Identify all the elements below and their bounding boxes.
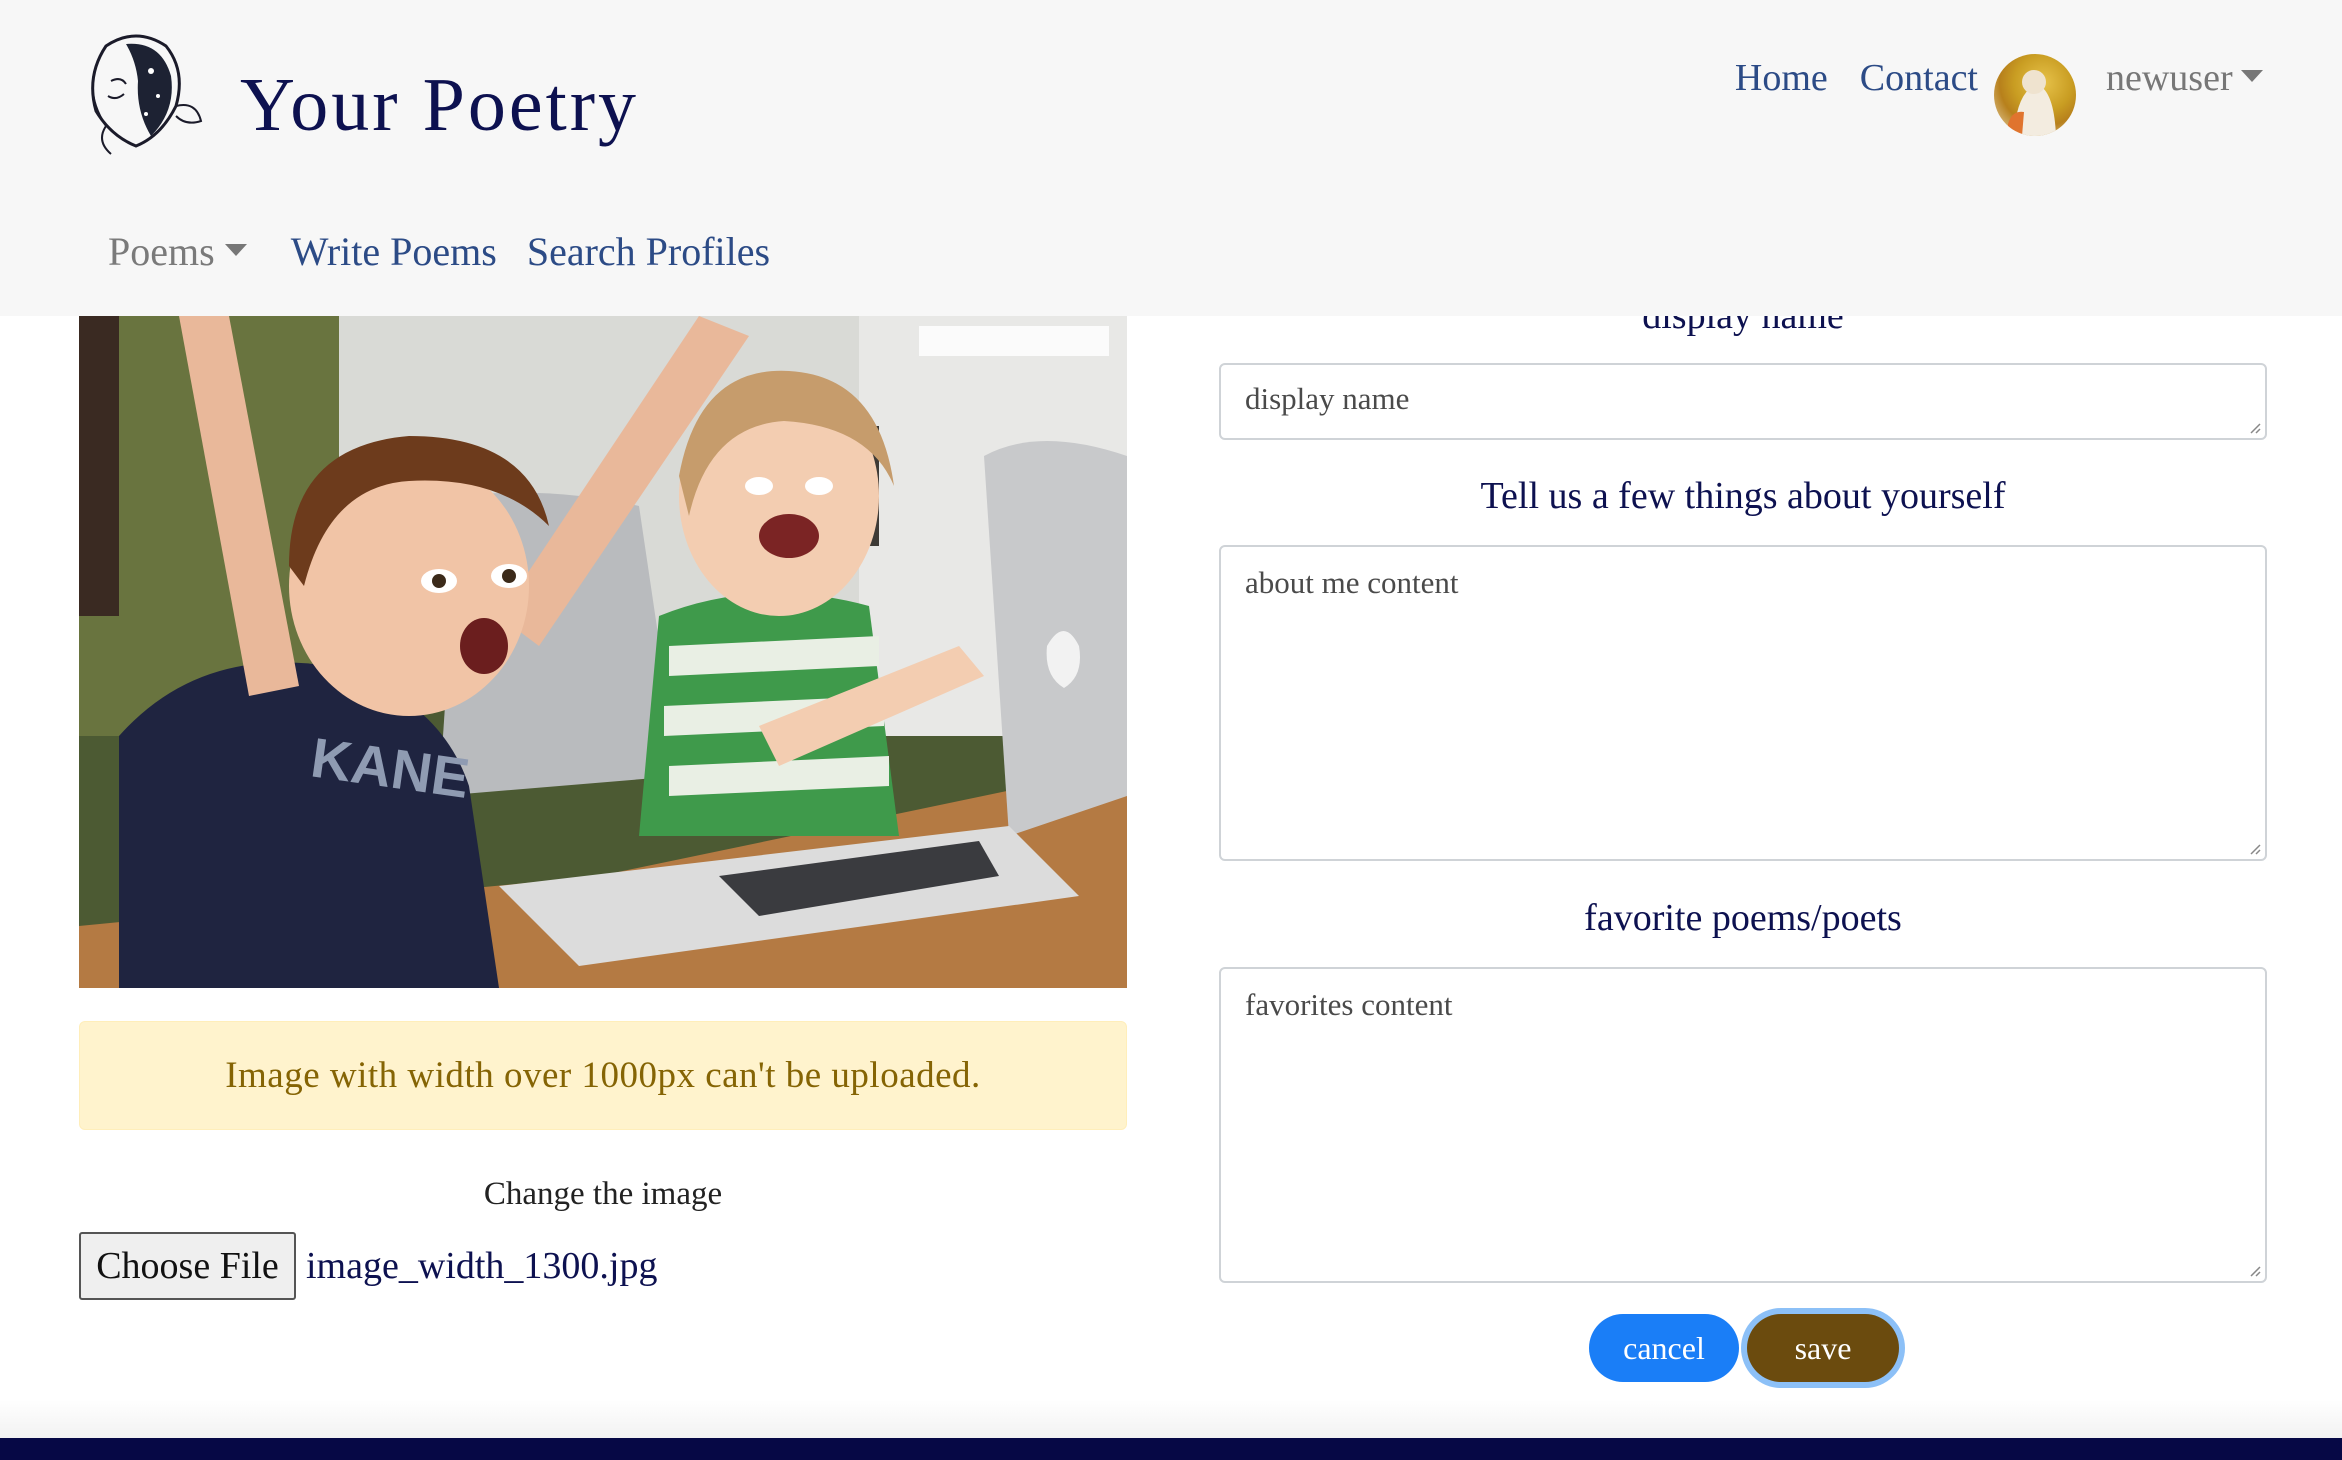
poems-dropdown[interactable]: Poems bbox=[108, 228, 247, 275]
cancel-button[interactable]: cancel bbox=[1589, 1314, 1739, 1382]
image-width-alert: Image with width over 1000px can't be up… bbox=[79, 1021, 1127, 1130]
alert-text: Image with width over 1000px can't be up… bbox=[225, 1055, 981, 1096]
user-dropdown[interactable]: newuser bbox=[2106, 56, 2263, 100]
about-me-field[interactable]: about me content bbox=[1219, 545, 2267, 861]
top-nav-links: Home Contact bbox=[1735, 56, 1978, 100]
write-poems-link[interactable]: Write Poems bbox=[291, 228, 497, 275]
resize-handle-icon[interactable] bbox=[2247, 420, 2261, 434]
nav-contact-link[interactable]: Contact bbox=[1860, 56, 1978, 100]
search-profiles-link[interactable]: Search Profiles bbox=[527, 228, 770, 275]
selected-file-name: image_width_1300.jpg bbox=[306, 1245, 658, 1287]
navbar: Your Poetry Home Contact newuser Poems W… bbox=[0, 0, 2342, 316]
save-button[interactable]: save bbox=[1747, 1314, 1899, 1382]
favorites-field[interactable]: favorites content bbox=[1219, 967, 2267, 1283]
file-picker: Choose File image_width_1300.jpg bbox=[79, 1232, 657, 1300]
resize-handle-icon[interactable] bbox=[2247, 1263, 2261, 1277]
favorites-heading: favorite poems/poets bbox=[1584, 897, 1902, 939]
username-label: newuser bbox=[2106, 57, 2233, 99]
change-image-label: Change the image bbox=[483, 1176, 723, 1212]
user-avatar[interactable] bbox=[1994, 54, 2076, 136]
profile-photo: KANE bbox=[79, 316, 1127, 988]
poems-menu-label: Poems bbox=[108, 229, 215, 274]
brand-title[interactable]: Your Poetry bbox=[240, 60, 639, 151]
about-heading: Tell us a few things about yourself bbox=[1480, 475, 2006, 517]
caret-down-icon bbox=[2240, 70, 2263, 82]
about-me-value: about me content bbox=[1245, 565, 1459, 600]
resize-handle-icon[interactable] bbox=[2247, 841, 2261, 855]
display-name-value: display name bbox=[1245, 381, 1410, 416]
favorites-value: favorites content bbox=[1245, 987, 1453, 1022]
footer-bar bbox=[0, 1438, 2342, 1460]
footer-fade bbox=[0, 1400, 2342, 1438]
secondary-nav: Poems Write Poems Search Profiles bbox=[108, 228, 800, 275]
choose-file-button[interactable]: Choose File bbox=[79, 1232, 296, 1300]
nav-home-link[interactable]: Home bbox=[1735, 56, 1828, 100]
display-name-field[interactable]: display name bbox=[1219, 363, 2267, 440]
caret-down-icon bbox=[224, 243, 247, 256]
brand-logo-icon[interactable] bbox=[66, 26, 206, 160]
